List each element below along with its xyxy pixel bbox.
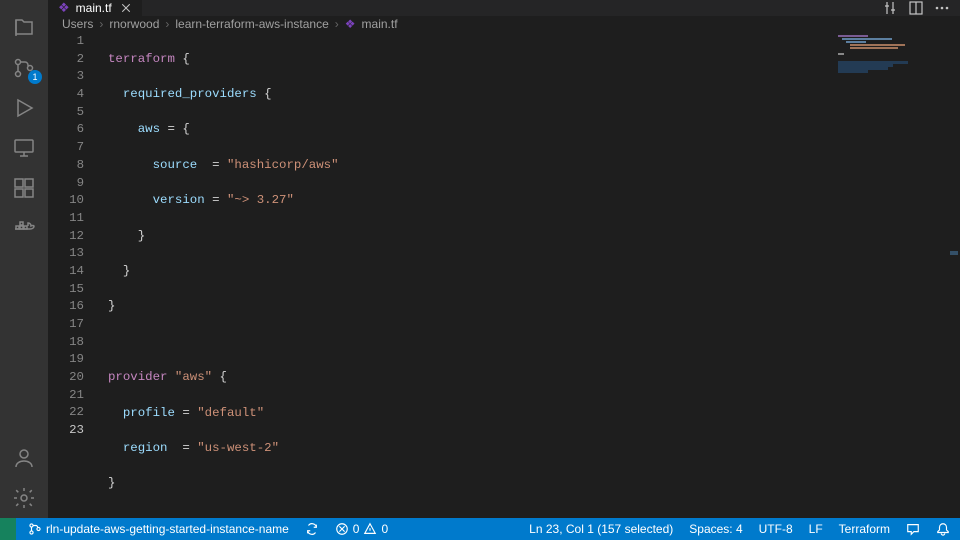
tab-bar: ❖ main.tf: [48, 0, 960, 17]
encoding-label: UTF-8: [759, 522, 793, 536]
chevron-right-icon: ›: [335, 17, 339, 31]
breadcrumb-segment[interactable]: main.tf: [362, 17, 398, 31]
cursor-position-label: Ln 23, Col 1 (157 selected): [529, 522, 673, 536]
tab-label: main.tf: [76, 1, 112, 15]
code-token: "~> 3.27": [227, 193, 294, 207]
scm-badge: 1: [28, 70, 42, 84]
language-mode[interactable]: Terraform: [835, 518, 894, 540]
code-token: "default": [197, 406, 264, 420]
feedback-icon[interactable]: [902, 518, 924, 540]
overview-ruler: [948, 31, 960, 518]
branch-name: rln-update-aws-getting-started-instance-…: [46, 522, 289, 536]
chevron-right-icon: ›: [165, 17, 169, 31]
code-token: "us-west-2": [197, 441, 279, 455]
remote-explorer-icon[interactable]: [0, 128, 48, 168]
code-token: {: [257, 87, 272, 101]
code-editor[interactable]: 12345 678910 1112131415 1617181920 21222…: [48, 31, 960, 518]
code-content[interactable]: terraform { required_providers { aws = {…: [98, 31, 960, 518]
code-token: terraform: [108, 52, 175, 66]
more-actions-icon[interactable]: [934, 0, 950, 16]
code-token: aws: [138, 122, 160, 136]
sync-status[interactable]: [301, 518, 323, 540]
code-token: "aws": [168, 370, 213, 384]
explorer-icon[interactable]: [0, 8, 48, 48]
git-branch-status[interactable]: rln-update-aws-getting-started-instance-…: [24, 518, 293, 540]
breadcrumb-segment[interactable]: Users: [62, 17, 93, 31]
remote-indicator[interactable]: [0, 518, 16, 540]
indentation-label: Spaces: 4: [689, 522, 742, 536]
terraform-file-icon: ❖: [58, 0, 70, 16]
code-token: }: [138, 229, 145, 243]
breadcrumb[interactable]: Users › rnorwood › learn-terraform-aws-i…: [48, 17, 960, 31]
language-label: Terraform: [839, 522, 890, 536]
breadcrumb-segment[interactable]: learn-terraform-aws-instance: [175, 17, 328, 31]
code-token: profile: [123, 406, 175, 420]
editor-group: ❖ main.tf Users › rnorwood › lear: [48, 0, 960, 518]
code-token: }: [108, 476, 115, 490]
status-bar: rln-update-aws-getting-started-instance-…: [0, 518, 960, 540]
eol-status[interactable]: LF: [805, 518, 827, 540]
docker-icon[interactable]: [0, 208, 48, 248]
code-token: {: [175, 52, 190, 66]
code-token: }: [108, 299, 115, 313]
problems-status[interactable]: 0 0: [331, 518, 392, 540]
code-token: source: [153, 158, 198, 172]
tab-main-tf[interactable]: ❖ main.tf: [48, 0, 143, 16]
run-debug-icon[interactable]: [0, 88, 48, 128]
terraform-file-icon: ❖: [345, 17, 356, 31]
settings-gear-icon[interactable]: [0, 478, 48, 518]
line-number-gutter: 12345 678910 1112131415 1617181920 21222…: [48, 31, 98, 518]
code-token: region: [123, 441, 168, 455]
indentation-status[interactable]: Spaces: 4: [685, 518, 746, 540]
close-icon[interactable]: [118, 0, 134, 16]
warning-count: 0: [381, 522, 388, 536]
split-editor-icon[interactable]: [908, 0, 924, 16]
compare-changes-icon[interactable]: [882, 0, 898, 16]
code-token: required_providers: [123, 87, 257, 101]
extensions-icon[interactable]: [0, 168, 48, 208]
encoding-status[interactable]: UTF-8: [755, 518, 797, 540]
chevron-right-icon: ›: [99, 17, 103, 31]
breadcrumb-segment[interactable]: rnorwood: [109, 17, 159, 31]
code-token: =: [175, 406, 197, 420]
code-token: provider: [108, 370, 168, 384]
eol-label: LF: [809, 522, 823, 536]
source-control-icon[interactable]: 1: [0, 48, 48, 88]
accounts-icon[interactable]: [0, 438, 48, 478]
code-token: =: [168, 441, 198, 455]
code-token: }: [123, 264, 130, 278]
code-token: =: [205, 193, 227, 207]
code-token: =: [197, 158, 227, 172]
error-count: 0: [353, 522, 360, 536]
code-token: = {: [160, 122, 190, 136]
activity-bar: 1: [0, 0, 48, 518]
cursor-position[interactable]: Ln 23, Col 1 (157 selected): [525, 518, 677, 540]
code-token: "hashicorp/aws": [227, 158, 339, 172]
editor-actions: [872, 0, 960, 16]
code-token: version: [153, 193, 205, 207]
notifications-icon[interactable]: [932, 518, 954, 540]
code-token: {: [212, 370, 227, 384]
